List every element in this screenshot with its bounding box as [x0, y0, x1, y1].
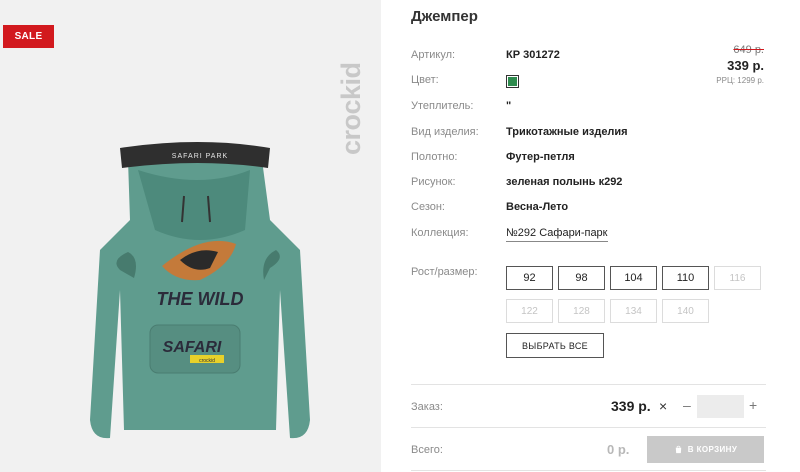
collection-link[interactable]: №292 Сафари-парк	[506, 227, 608, 242]
total-value: 0 р.	[607, 442, 630, 457]
the-wild-text: THE WILD	[157, 289, 244, 309]
size-option-110[interactable]: 110	[662, 266, 709, 290]
pocket-tag-text: crockid	[199, 358, 215, 364]
product-title: Джемпер	[411, 8, 478, 25]
sale-badge: SALE	[3, 25, 54, 48]
close-icon[interactable]: ×	[659, 398, 667, 414]
product-details: Джемпер Артикул: КР 301272 Цвет: Утеплит…	[411, 0, 766, 472]
price-old: 649 р.	[733, 44, 764, 56]
size-option-128: 128	[558, 299, 605, 323]
size-option-134: 134	[610, 299, 657, 323]
color-swatch-fill	[508, 77, 517, 86]
attr-label-pattern: Рисунок:	[411, 176, 456, 188]
add-to-cart-label: В КОРЗИНУ	[687, 445, 738, 454]
brand-logo: crockid	[336, 62, 366, 155]
hood-band-text: SAFARI PARK	[172, 153, 228, 160]
size-option-92[interactable]: 92	[506, 266, 553, 290]
divider-top	[411, 384, 766, 385]
add-to-cart-button[interactable]: В КОРЗИНУ	[647, 436, 764, 463]
price-block: 649 р. 339 р. РРЦ: 1299 р.	[716, 44, 764, 85]
order-price: 339 р.	[611, 398, 651, 414]
quantity-input[interactable]	[697, 395, 744, 418]
select-all-button[interactable]: ВЫБРАТЬ ВСЕ	[506, 333, 604, 358]
safari-text: SAFARI	[163, 339, 222, 356]
sizes-label: Рост/размер:	[411, 266, 478, 278]
attr-value-season: Весна-Лето	[506, 201, 569, 213]
qty-plus-button[interactable]: +	[749, 397, 757, 413]
attr-value-insulation: "	[506, 100, 512, 112]
price-rrp: РРЦ: 1299 р.	[716, 76, 764, 85]
size-option-104[interactable]: 104	[610, 266, 657, 290]
attr-label-article: Артикул:	[411, 49, 456, 61]
attr-label-fabric: Полотно:	[411, 151, 458, 163]
attr-label-season: Сезон:	[411, 201, 445, 213]
divider-middle	[411, 427, 766, 428]
qty-minus-button[interactable]: –	[683, 397, 691, 413]
size-option-140: 140	[662, 299, 709, 323]
attr-value-fabric: Футер-петля	[506, 151, 575, 163]
price-new: 339 р.	[727, 58, 764, 73]
attr-value-product-type: Трикотажные изделия	[506, 126, 628, 138]
size-option-122: 122	[506, 299, 553, 323]
attr-label-product-type: Вид изделия:	[411, 126, 479, 138]
product-gallery: SALE crockid SAFARI PARK THE WILD SAFARI…	[0, 0, 381, 472]
order-label: Заказ:	[411, 401, 443, 413]
product-image[interactable]: SAFARI PARK THE WILD SAFARI crockid	[80, 140, 320, 460]
brand-logo-text: crockid	[336, 62, 366, 155]
total-label: Всего:	[411, 444, 443, 456]
cart-bag-icon	[675, 445, 681, 454]
attr-value-pattern: зеленая полынь к292	[506, 176, 623, 188]
size-option-98[interactable]: 98	[558, 266, 605, 290]
color-swatch[interactable]	[506, 75, 519, 88]
size-option-116: 116	[714, 266, 761, 290]
attr-label-collection: Коллекция:	[411, 227, 469, 239]
attr-label-insulation: Утеплитель:	[411, 100, 474, 112]
attr-value-article: КР 301272	[506, 49, 560, 61]
attr-label-color: Цвет:	[411, 74, 439, 86]
divider-bottom	[411, 470, 766, 471]
